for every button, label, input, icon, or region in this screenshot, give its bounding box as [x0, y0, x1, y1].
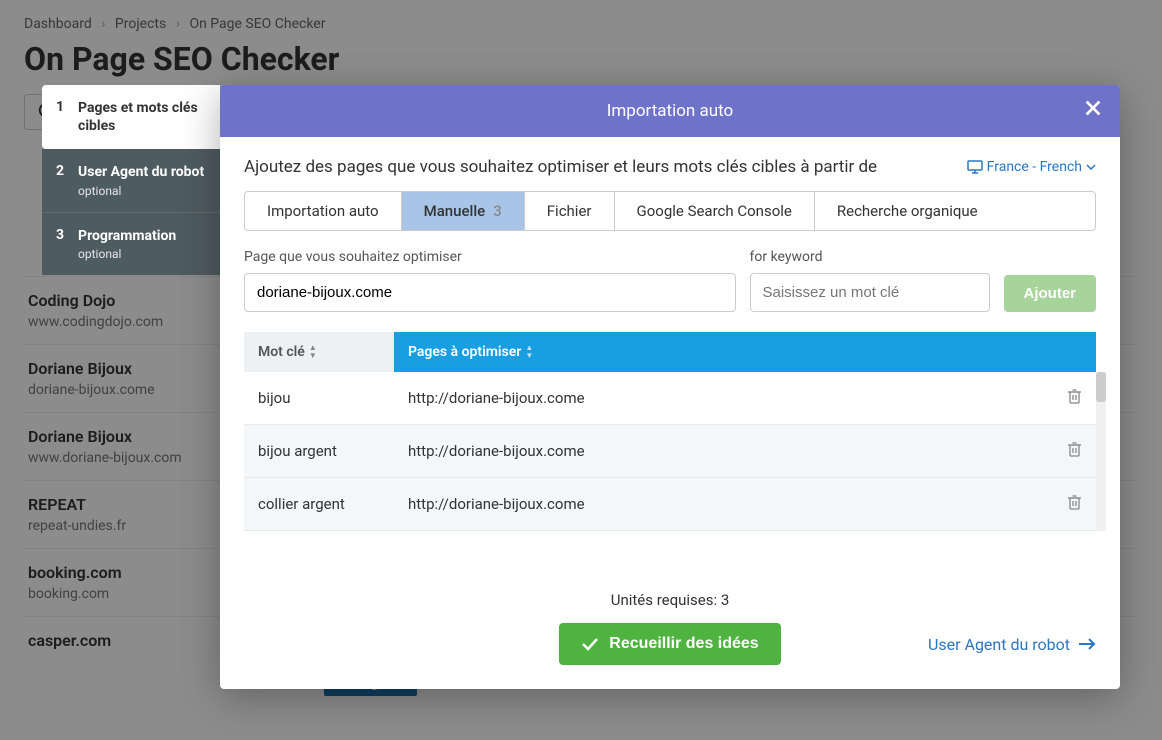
wizard-steps: 1 Pages et mots clés cibles 2 User Agent… — [42, 85, 220, 689]
step-1[interactable]: 1 Pages et mots clés cibles — [42, 85, 220, 149]
close-button[interactable] — [1082, 97, 1104, 124]
keyword-input[interactable] — [750, 273, 990, 312]
modal-header: Importation auto — [220, 85, 1120, 137]
delete-row-button[interactable] — [1053, 425, 1096, 478]
units-required: Unités requises: 3 — [244, 591, 1096, 609]
import-tabs: Importation auto Manuelle 3 Fichier Goog… — [244, 191, 1096, 231]
table-row: collier argenthttp://doriane-bijoux.come — [244, 478, 1096, 531]
collect-ideas-button[interactable]: Recueillir des idées — [559, 623, 780, 665]
arrow-right-icon — [1078, 637, 1096, 651]
th-keyword[interactable]: Mot clé▲▼ — [244, 332, 394, 372]
user-agent-link[interactable]: User Agent du robot — [928, 635, 1096, 654]
sort-icon: ▲▼ — [525, 344, 533, 360]
modal-title: Importation auto — [607, 101, 733, 121]
cell-keyword: bijou argent — [244, 425, 394, 478]
delete-row-button[interactable] — [1053, 372, 1096, 425]
step-2[interactable]: 2 User Agent du robotoptional — [42, 149, 220, 211]
delete-row-button[interactable] — [1053, 478, 1096, 531]
trash-icon — [1067, 494, 1082, 510]
locale-selector[interactable]: France - French — [967, 159, 1096, 175]
cell-page: http://doriane-bijoux.come — [394, 425, 1053, 478]
modal: Importation auto Ajoutez des pages que v… — [220, 85, 1120, 689]
chevron-down-icon — [1086, 164, 1096, 170]
keyword-label: for keyword — [750, 249, 990, 265]
cell-page: http://doriane-bijoux.come — [394, 478, 1053, 531]
cell-page: http://doriane-bijoux.come — [394, 372, 1053, 425]
th-pages[interactable]: Pages à optimiser▲▼ — [394, 332, 1096, 372]
modal-intro: Ajoutez des pages que vous souhaitez opt… — [244, 157, 877, 177]
table-row: bijou argenthttp://doriane-bijoux.come — [244, 425, 1096, 478]
check-icon — [581, 637, 599, 651]
add-button[interactable]: Ajouter — [1004, 275, 1097, 312]
page-label: Page que vous souhaitez optimiser — [244, 249, 736, 265]
cell-keyword: bijou — [244, 372, 394, 425]
table-scrollbar[interactable] — [1096, 372, 1106, 531]
trash-icon — [1067, 388, 1082, 404]
trash-icon — [1067, 441, 1082, 457]
step-3[interactable]: 3 Programmationoptional — [42, 212, 220, 275]
sort-icon: ▲▼ — [309, 344, 317, 360]
keywords-table: Mot clé▲▼ Pages à optimiser▲▼ bijouhttp:… — [244, 332, 1096, 531]
page-input[interactable] — [244, 273, 736, 312]
close-icon — [1082, 97, 1104, 119]
cell-keyword: collier argent — [244, 478, 394, 531]
table-row: bijouhttp://doriane-bijoux.come — [244, 372, 1096, 425]
tab-organic[interactable]: Recherche organique — [815, 192, 1000, 230]
tab-gsc[interactable]: Google Search Console — [615, 192, 815, 230]
tab-auto[interactable]: Importation auto — [245, 192, 402, 230]
monitor-icon — [967, 160, 983, 174]
tab-file[interactable]: Fichier — [525, 192, 615, 230]
tab-manual[interactable]: Manuelle 3 — [402, 192, 525, 230]
